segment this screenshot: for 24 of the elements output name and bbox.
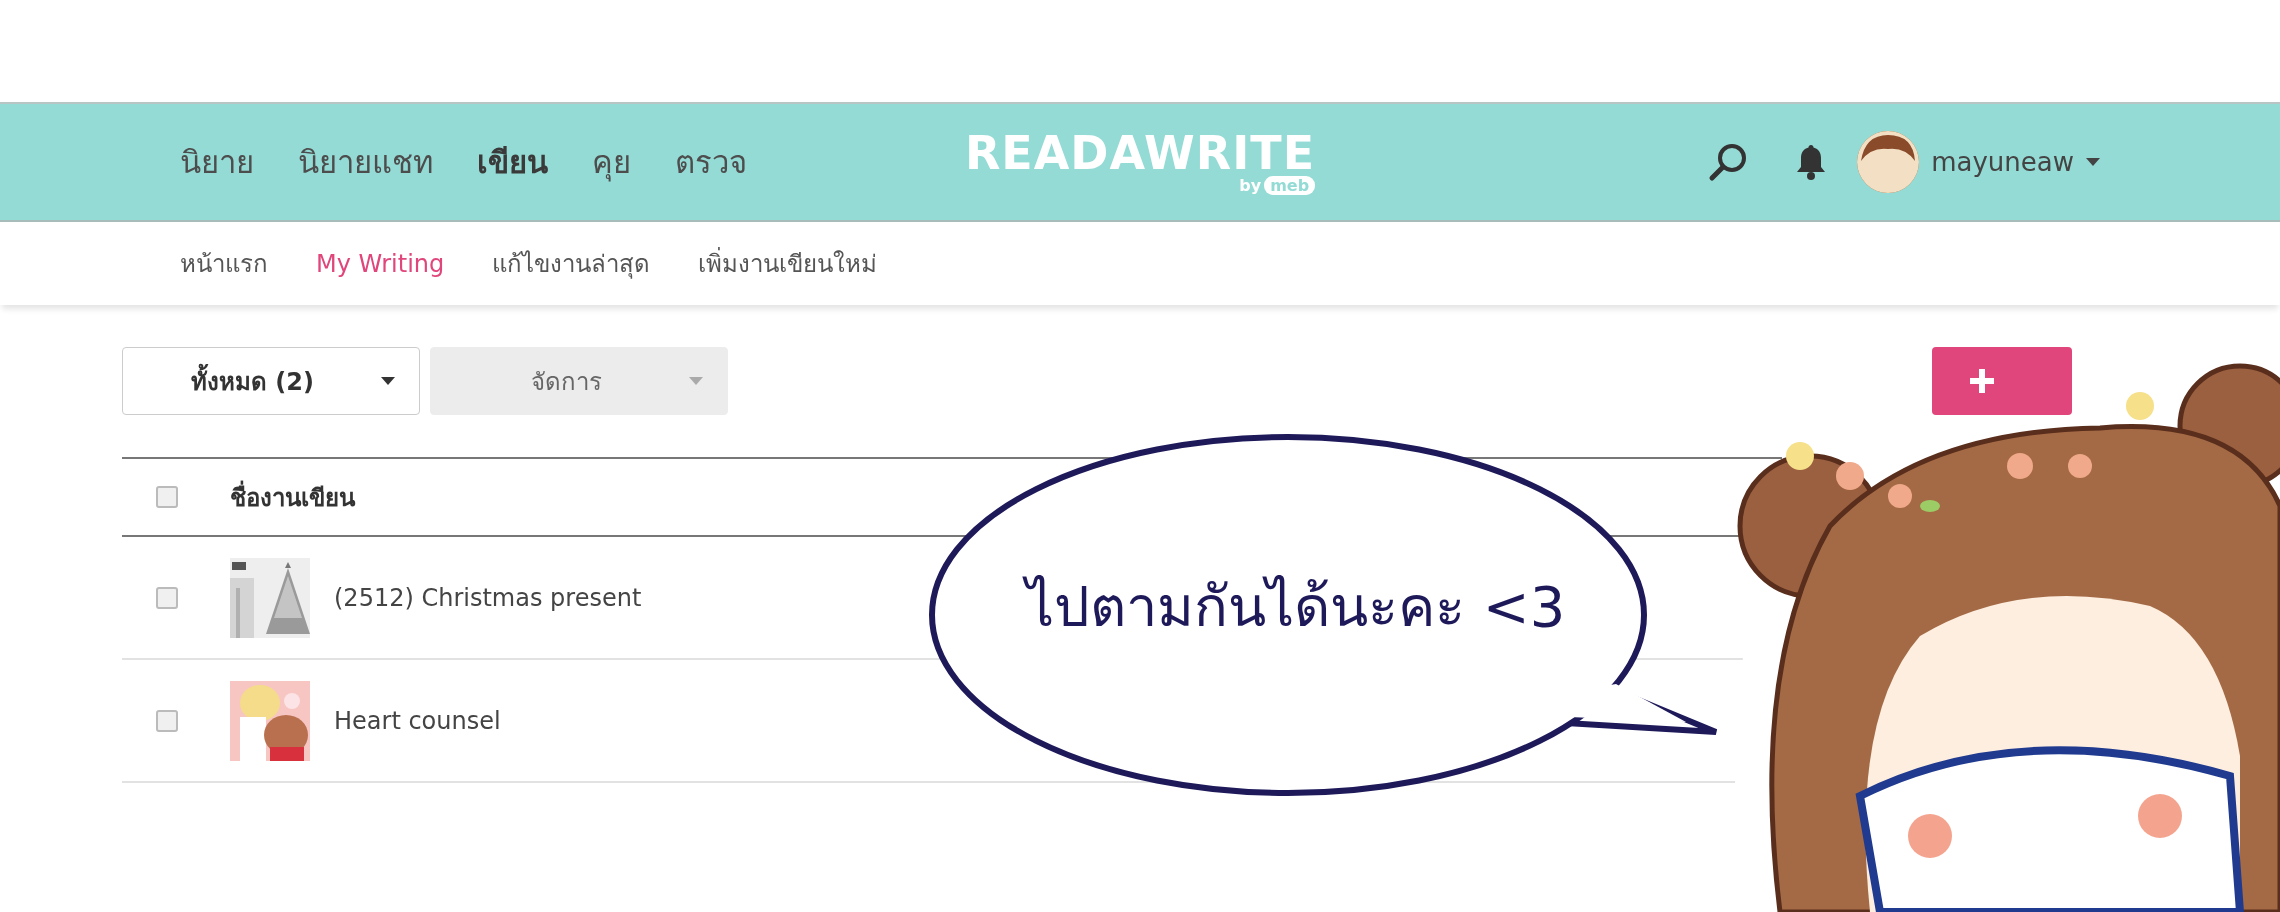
bell-icon[interactable] [1795, 143, 1828, 181]
filter-dropdown[interactable]: ทั้งหมด (2) [122, 347, 420, 415]
nav-link[interactable]: ตรวจ [675, 137, 747, 187]
subnav-link[interactable]: My Writing [316, 249, 445, 278]
caret-icon [381, 377, 395, 385]
nav-link[interactable]: คุย [592, 137, 631, 187]
subnav-link[interactable]: หน้าแรก [180, 244, 268, 283]
column-header: ชื่องานเขียน [230, 477, 355, 517]
checkbox[interactable] [156, 709, 178, 732]
nav-link[interactable]: เขียน [477, 137, 548, 187]
plus-icon [1970, 369, 1994, 393]
subnav-link[interactable]: เพิ่มงานเขียนใหม่ [698, 244, 878, 283]
caret-icon[interactable] [2086, 158, 2100, 166]
add-button[interactable] [1932, 347, 2072, 415]
username[interactable]: mayuneaw [1931, 147, 2074, 177]
work-title[interactable]: Heart counsel [334, 706, 501, 735]
checkbox[interactable] [156, 486, 178, 508]
nav-link[interactable]: นิยายแชท [298, 137, 433, 187]
subnav-link[interactable]: แก้ไขงานล่าสุด [492, 244, 651, 283]
work-title[interactable]: (2512) Christmas present [334, 583, 642, 612]
caret-icon [689, 377, 703, 385]
checkbox[interactable] [156, 586, 178, 609]
nav-link[interactable]: นิยาย [180, 137, 254, 187]
avatar[interactable] [1857, 131, 1920, 193]
